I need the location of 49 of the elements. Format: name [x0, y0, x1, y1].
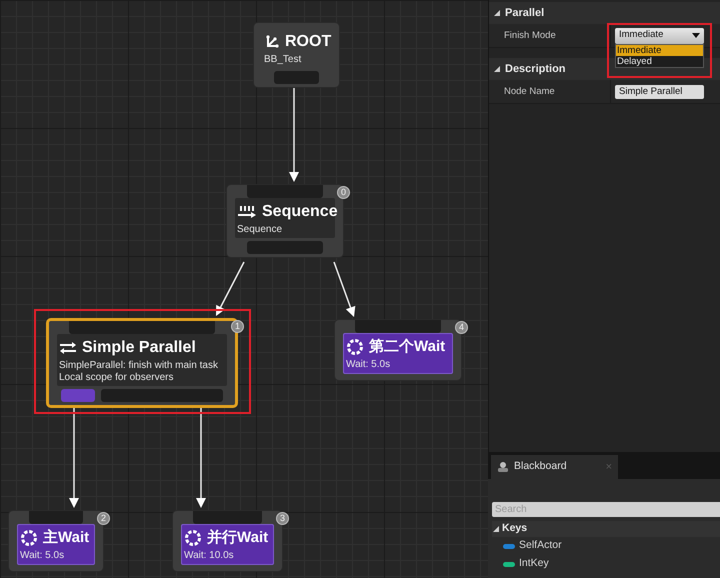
- order-badge: 3: [276, 512, 289, 525]
- dropdown-option[interactable]: Immediate: [616, 45, 703, 56]
- node-title: 第二个Wait: [369, 337, 446, 357]
- panel-tab[interactable]: Blackboard ×: [491, 455, 618, 479]
- text-field[interactable]: Simple Parallel: [615, 84, 704, 98]
- order-badge: 0: [337, 186, 350, 199]
- tab-label: Blackboard: [514, 459, 568, 474]
- order-badge: 1: [231, 320, 244, 333]
- input-pin: [29, 511, 83, 524]
- expanded-triangle-icon[interactable]: [492, 525, 500, 533]
- dropdown-option[interactable]: Delayed: [616, 56, 703, 67]
- figure-icon: [497, 461, 509, 473]
- order-badge: 4: [455, 321, 468, 334]
- branch-icon: [264, 34, 280, 50]
- node-description: Wait: 5.0s: [346, 358, 392, 370]
- node-description: SimpleParallel: finish with main task: [59, 360, 219, 372]
- node-title: ROOT: [285, 32, 332, 52]
- key-name[interactable]: SelfActor: [519, 538, 562, 554]
- node-title: 主Wait: [43, 528, 90, 548]
- tree-node[interactable]: ROOT BB_Test: [253, 22, 340, 88]
- section-header: Parallel: [505, 6, 544, 21]
- node-title: Simple Parallel: [82, 338, 196, 358]
- double-arrow-icon: [59, 341, 77, 355]
- property-label: Finish Mode: [489, 24, 611, 48]
- expanded-triangle-icon[interactable]: [493, 9, 501, 17]
- key-name[interactable]: IntKey: [519, 556, 549, 572]
- node-title: Sequence: [262, 202, 338, 222]
- expanded-triangle-icon[interactable]: [493, 65, 501, 73]
- node-title: 并行Wait: [207, 528, 268, 548]
- dropdown[interactable]: Immediate: [615, 28, 704, 44]
- main-task-pin: [61, 389, 95, 402]
- node-description: Wait: 10.0s: [184, 550, 235, 562]
- section-header: Description: [505, 62, 566, 77]
- input-pin: [193, 511, 262, 524]
- node-description: BB_Test: [264, 54, 302, 66]
- node-description: Sequence: [237, 224, 284, 236]
- caret-icon: [692, 33, 700, 38]
- property-label: Node Name: [489, 80, 611, 104]
- dashed-circle-icon: [346, 338, 364, 356]
- dashed-circle-icon: [20, 529, 38, 548]
- section-header: Keys: [502, 521, 528, 536]
- dashed-circle-icon: [184, 529, 202, 548]
- connector-arrow: [333, 262, 356, 317]
- node-description: Wait: 5.0s: [20, 550, 66, 562]
- node-description: Local scope for observers: [59, 372, 175, 384]
- output-pin: [274, 71, 319, 84]
- arrow-bars-icon: [237, 204, 257, 220]
- order-badge: 2: [97, 512, 110, 525]
- connector-arrow: [216, 262, 245, 316]
